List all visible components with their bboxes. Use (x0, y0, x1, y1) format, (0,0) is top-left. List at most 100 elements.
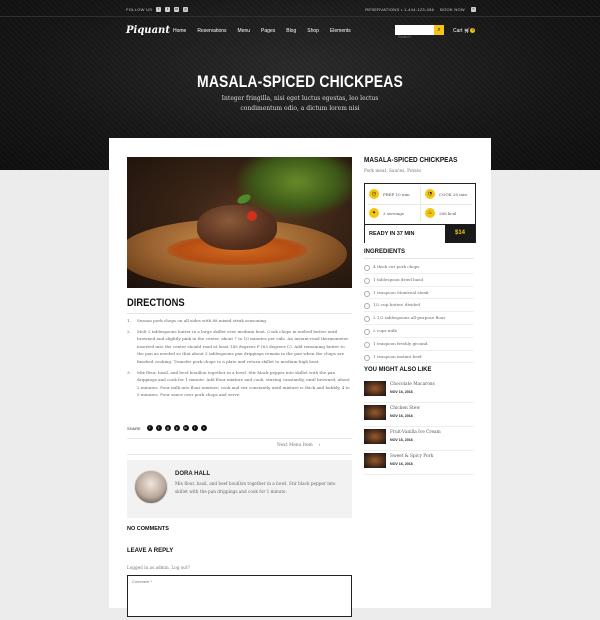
checkbox-icon[interactable] (364, 265, 370, 271)
related-recipe-title[interactable]: Sweet & Spicy Pork (390, 454, 433, 459)
ingredient-item[interactable]: 1/2 cup butter, divided (364, 299, 474, 313)
recipe-photo (127, 157, 352, 288)
next-menu-item-link[interactable]: Next Menu Item › (277, 443, 320, 448)
step-text: Mix flour, basil, and beef bouillon toge… (137, 369, 350, 398)
author-bio: Mix flour, basil, and beef bouillon toge… (175, 481, 336, 494)
recipe-thumbnail[interactable] (364, 381, 386, 396)
cart-count-badge: 0 (470, 28, 476, 33)
ingredient-text: 2 1/2 tablespoons all-purpose flour (373, 315, 446, 321)
ingredient-text: 4 thick cut pork chops (373, 264, 420, 269)
checkbox-icon[interactable] (364, 354, 370, 361)
checkbox-icon[interactable] (364, 277, 370, 284)
facebook-icon[interactable]: f (156, 7, 162, 12)
page-subtitle: Integer fringilla, nisi eget luctus eges… (221, 95, 379, 112)
google-plus-icon[interactable]: g (164, 425, 171, 431)
comment-field[interactable] (128, 576, 350, 615)
prep-time: ◷ PREP 10 min (369, 189, 410, 199)
recipe-tags[interactable]: Pork meat, Sauces, Potato (364, 169, 421, 174)
direction-step: 3. Mix flour, basil, and beef bouillon to… (127, 369, 352, 399)
content-card: DIRECTIONS 1. Season pork chops on all si… (109, 138, 491, 617)
reservations-info: RESERVATIONS • 1-444-123-456 (365, 7, 435, 12)
search-icon[interactable]: ⌕ (434, 25, 444, 35)
ingredient-item[interactable]: 1 teaspoon freshly ground (364, 338, 474, 351)
directions-heading: DIRECTIONS (127, 297, 185, 309)
recipe-thumbnail[interactable] (364, 429, 386, 444)
checkbox-icon[interactable] (364, 316, 370, 323)
related-recipe-item[interactable]: Sweet & Spicy Pork NOV 16, 2016 (364, 451, 474, 475)
servings-label: 3 servings (383, 210, 404, 216)
direction-step: 1. Season pork chops on all sides with 88… (127, 317, 352, 325)
cart-label: Cart (453, 28, 463, 34)
twitter-icon[interactable]: t (165, 7, 171, 12)
divider (127, 454, 352, 455)
related-recipe-title[interactable]: Fruit-Vanilla Ice Cream (390, 430, 441, 435)
nav-item-elements[interactable]: Elements (330, 28, 351, 34)
menu-items: Home Reservations Menu Pages Blog Shop E… (173, 28, 362, 34)
instagram-icon[interactable]: ◘ (174, 7, 180, 12)
recipe-thumbnail[interactable] (364, 405, 386, 420)
nav-item-blog[interactable]: Blog (286, 28, 296, 34)
price-badge: $14 (445, 224, 475, 243)
ingredient-item[interactable]: 2 cups milk (364, 325, 474, 338)
recipe-info-box: ◷ PREP 10 min ◔ COOK 28 min ✦ 3 servings ♨ 2… (364, 183, 476, 243)
ingredient-item[interactable]: 2 1/2 tablespoons all-purpose flour (364, 312, 474, 325)
checkbox-icon[interactable] (364, 341, 370, 348)
book-now-link[interactable]: BOOK NOW (440, 7, 465, 12)
nav-item-shop[interactable]: Shop (307, 28, 319, 34)
related-recipe-date: NOV 16, 2016 (390, 438, 413, 442)
nav-item-pages[interactable]: Pages (261, 28, 275, 34)
site-logo[interactable]: Piquant (126, 25, 170, 36)
nav-item-menu[interactable]: Menu (238, 28, 251, 34)
cart-button[interactable]: Cart 🛒︎ 0 (453, 28, 476, 34)
related-recipe-title[interactable]: Chicken Stew (390, 406, 420, 411)
ingredient-item[interactable]: 1 teaspoon Montreal steak (364, 287, 474, 300)
tumblr-icon[interactable]: t (191, 425, 198, 431)
pinterest-icon[interactable]: p (173, 425, 180, 431)
share-label: SHARE (127, 425, 141, 431)
related-recipe-item[interactable]: Chocolate Macarons NOV 16, 2016 (364, 379, 474, 403)
checkbox-icon[interactable] (364, 290, 370, 297)
facebook-icon[interactable]: f (146, 425, 153, 431)
twitter-icon[interactable]: t (155, 425, 162, 431)
follow-label: FOLLOW US (126, 7, 153, 12)
direction-step: 2. Melt 2 tablespoons butter in a large s… (127, 328, 352, 366)
recipe-thumbnail[interactable] (364, 453, 386, 468)
kcal-label: 286 kcal (439, 210, 457, 216)
related-recipe-item[interactable]: Fruit-Vanilla Ice Cream NOV 16, 2016 (364, 427, 474, 451)
related-recipe-date: NOV 16, 2016 (390, 462, 413, 466)
ingredient-item[interactable]: 4 thick cut pork chops (364, 261, 474, 274)
pinterest-icon[interactable]: p (183, 7, 189, 12)
servings-icon: ✦ (369, 208, 379, 218)
nav-item-home[interactable]: Home (173, 28, 186, 34)
linkedin-icon[interactable]: in (182, 425, 189, 431)
ingredient-text: 2 cups milk (373, 327, 397, 333)
ready-time: READY IN 37 MIN (365, 224, 449, 243)
recipe-title: MASALA-SPICED CHICKPEAS (364, 157, 458, 164)
ingredient-item[interactable]: 1 teaspoon instant beef (364, 351, 474, 364)
related-recipe-date: NOV 16, 2016 (390, 390, 413, 394)
author-box: DORA HALL Mix flour, basil, and beef bou… (127, 460, 352, 518)
main-navigation: Piquant Home Reservations Menu Pages Blo… (126, 24, 478, 42)
nav-item-reservations[interactable]: Reservations (197, 28, 226, 34)
menu-grid-icon[interactable]: ≡ (471, 7, 476, 12)
related-recipe-item[interactable]: Chicken Stew NOV 16, 2016 (364, 403, 474, 427)
clock-icon: ◷ (369, 189, 379, 199)
step-number: 2. (127, 328, 131, 334)
related-recipe-title[interactable]: Chocolate Macarons (390, 382, 435, 387)
related-recipes-list: Chocolate Macarons NOV 16, 2016 Chicken … (364, 379, 474, 475)
divider (0, 16, 600, 17)
ingredients-heading: INGREDIENTS (364, 249, 406, 255)
search-input[interactable] (395, 31, 428, 42)
step-number: 3. (127, 369, 131, 375)
also-like-heading: YOU MIGHT ALSO LIKE (364, 367, 432, 373)
divider (364, 258, 474, 259)
author-name[interactable]: DORA HALL (175, 471, 210, 477)
top-bar: FOLLOW US f t ◘ p RESERVATIONS • 1-444-1… (126, 5, 476, 15)
ingredient-text: 1 teaspoon instant beef (373, 353, 422, 359)
vk-icon[interactable]: v (200, 425, 207, 431)
checkbox-icon[interactable] (364, 303, 370, 310)
checkbox-icon[interactable] (364, 328, 370, 335)
ingredient-item[interactable]: 1 tablespoon dried basil (364, 274, 474, 287)
leave-reply-heading: LEAVE A REPLY (127, 548, 174, 554)
logged-in-text[interactable]: Logged in as admin. Log out? (127, 565, 190, 570)
